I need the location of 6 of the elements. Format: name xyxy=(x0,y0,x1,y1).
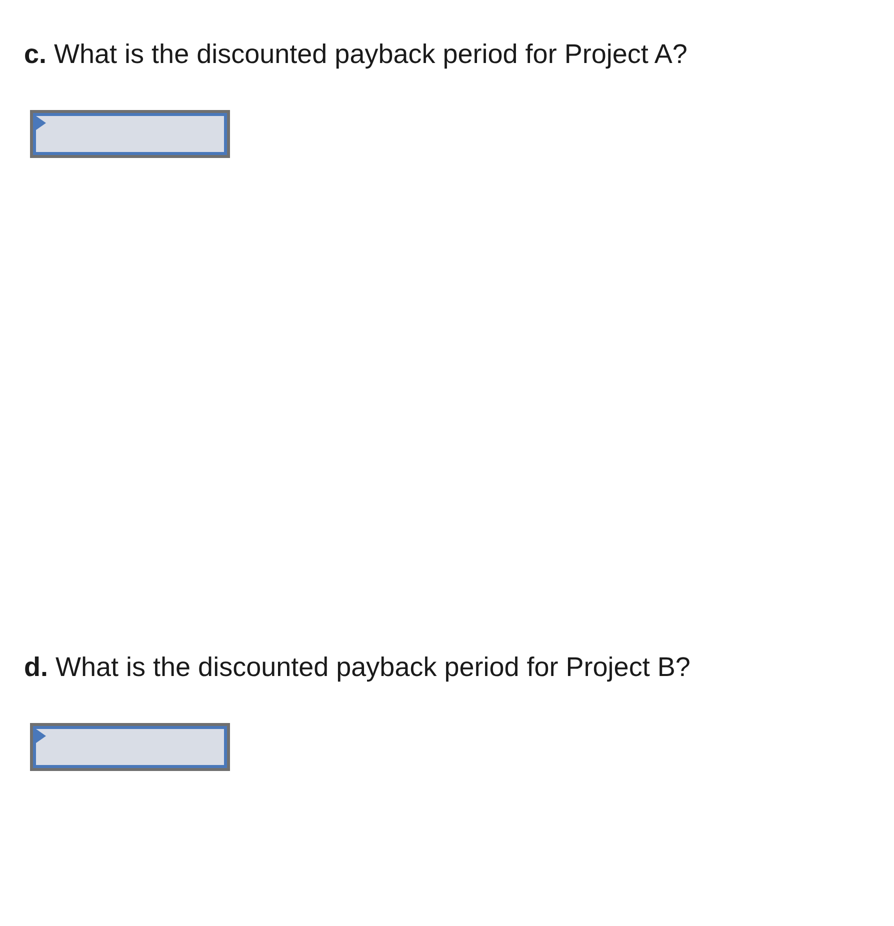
question-text: d. What is the discounted payback period for Project B? xyxy=(24,651,692,684)
answer-field[interactable] xyxy=(30,110,230,158)
triangle-icon xyxy=(36,116,46,130)
question-text: c. What is the discounted payback period for Project A? xyxy=(24,38,688,70)
triangle-icon xyxy=(36,729,46,744)
answer-field[interactable] xyxy=(30,723,230,772)
